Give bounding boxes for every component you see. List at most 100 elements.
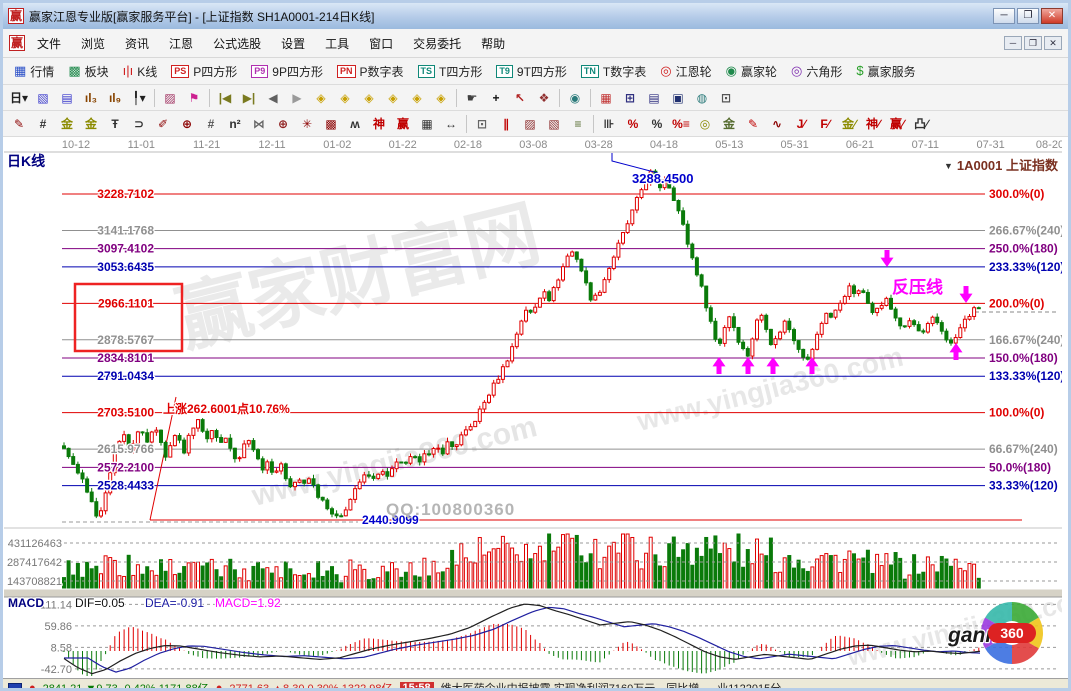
feature-t-number-table-button[interactable]: TNT数字表 — [574, 60, 653, 82]
compress-horizontal-button[interactable]: ◈ — [381, 87, 405, 109]
h-measure-button[interactable]: ↔ — [439, 113, 463, 135]
export-data-button[interactable]: ◍ — [690, 87, 714, 109]
feature-p-number-table-button[interactable]: PNP数字表 — [330, 60, 411, 82]
scale-tool-button[interactable]: ⊪ — [597, 113, 621, 135]
bars-3-button[interactable]: ıl₃ — [79, 87, 103, 109]
feature-kline-button[interactable]: ı|ıK线 — [116, 60, 165, 82]
svg-text:02-18: 02-18 — [454, 139, 482, 151]
menu-item-5[interactable]: 设置 — [271, 32, 315, 55]
save-button[interactable]: ▣ — [666, 87, 690, 109]
period-dropdown-button[interactable]: 日▾ — [7, 87, 31, 109]
feature-9t-square-button[interactable]: T99T四方形 — [489, 60, 574, 82]
feature-sectors-button[interactable]: ▩板块 — [61, 60, 115, 82]
last-page-button[interactable]: ▶| — [237, 87, 261, 109]
angle-ying-button[interactable]: 赢∕ — [885, 113, 909, 135]
percent-red-button[interactable]: % — [621, 113, 645, 135]
angle-f-button[interactable]: F∕ — [813, 113, 837, 135]
close-button[interactable]: ✕ — [1041, 8, 1063, 24]
remote-pc-button[interactable]: ⊡ — [714, 87, 738, 109]
mdi-restore-button[interactable]: ❐ — [1024, 36, 1042, 50]
target-tool-button[interactable]: ⊕ — [271, 113, 295, 135]
globe-tool-button[interactable]: ◉ — [563, 87, 587, 109]
flag-histogram-button[interactable]: ⚑ — [182, 87, 206, 109]
gold-gate-2-button[interactable]: 金 — [79, 113, 103, 135]
bars-9-button[interactable]: ıl₉ — [103, 87, 127, 109]
shift-right-button[interactable]: ◈ — [333, 87, 357, 109]
menu-item-4[interactable]: 公式选股 — [203, 32, 271, 55]
menu-item-6[interactable]: 工具 — [315, 32, 359, 55]
n-square-button[interactable]: n² — [223, 113, 247, 135]
time-circle-button[interactable]: ⊕ — [175, 113, 199, 135]
spiral-tool-button[interactable]: ⊃ — [127, 113, 151, 135]
mdi-minimize-button[interactable]: ─ — [1004, 36, 1022, 50]
trend-window-button[interactable]: ▧ — [31, 87, 55, 109]
gold-circle-button[interactable]: ◎ — [693, 113, 717, 135]
shift-left-button[interactable]: ◈ — [309, 87, 333, 109]
minimize-button[interactable]: ─ — [993, 8, 1015, 24]
angle-pencil-button[interactable]: ✐ — [151, 113, 175, 135]
mirror-tool-button[interactable]: ⋈ — [247, 113, 271, 135]
feature-winner-service-button[interactable]: $赢家服务 — [849, 60, 922, 82]
grid-tool-button[interactable]: # — [31, 113, 55, 135]
menu-item-3[interactable]: 江恩 — [159, 32, 203, 55]
wave-tool-button[interactable]: ʍ — [343, 113, 367, 135]
feature-9p-square-button[interactable]: P99P四方形 — [244, 60, 330, 82]
pattern-search-button[interactable]: ▨ — [158, 87, 182, 109]
gold-level-button[interactable]: 金 — [717, 113, 741, 135]
shade-box-1-button[interactable]: ▨ — [518, 113, 542, 135]
angle-tu-button[interactable]: 凸∕ — [909, 113, 933, 135]
next-page-button[interactable]: ▶ — [285, 87, 309, 109]
star-grid-button[interactable]: ✳ — [295, 113, 319, 135]
titlebar[interactable]: 赢 赢家江恩专业版[赢家服务平台] - [上证指数 SH1A0001-214日K… — [3, 3, 1068, 29]
angle-shen-button[interactable]: 神∕ — [861, 113, 885, 135]
gold-gate-1-button[interactable]: 金 — [55, 113, 79, 135]
candle-style-dropdown-button[interactable]: ╿▾ — [127, 87, 151, 109]
notes-button[interactable]: ▤ — [642, 87, 666, 109]
angle-gold-button[interactable]: 金∕ — [837, 113, 861, 135]
feature-t-square-button[interactable]: TST四方形 — [411, 60, 490, 82]
wave-a-button[interactable]: ∿ — [765, 113, 789, 135]
news-ticker[interactable]: 维大医药企业中报披露 实现净利润7160万元，同比增… — [441, 680, 711, 691]
info-panel-button[interactable]: ▤ — [55, 87, 79, 109]
percent-button[interactable]: % — [645, 113, 669, 135]
ying-tool-button[interactable]: 赢 — [391, 113, 415, 135]
parallel-lines-button[interactable]: ≡ — [566, 113, 590, 135]
percent-level-button[interactable]: %≡ — [669, 113, 693, 135]
feature-gann-wheel-button[interactable]: ◎江恩轮 — [653, 60, 718, 82]
calculator-button[interactable]: ⊞ — [618, 87, 642, 109]
maximize-button[interactable]: ❐ — [1017, 8, 1039, 24]
ruler-grid-button[interactable]: ▦ — [415, 113, 439, 135]
f-ruler-button[interactable]: Ŧ — [103, 113, 127, 135]
feature-market-quotes-button[interactable]: ▦行情 — [7, 60, 61, 82]
web-grid-button[interactable]: ▩ — [319, 113, 343, 135]
expand-all-button[interactable]: ◈ — [405, 87, 429, 109]
chart-canvas[interactable]: 赢家财富网www.yingjia360.comwww.yingjia360.co… — [4, 137, 1062, 678]
crosshair-tool-button[interactable]: + — [484, 87, 508, 109]
box-select-button[interactable]: ⊡ — [470, 113, 494, 135]
pencil-tool-button[interactable]: ✎ — [7, 113, 31, 135]
expand-horizontal-button[interactable]: ◈ — [357, 87, 381, 109]
gann-brain-tool-button[interactable]: ❖ — [532, 87, 556, 109]
menu-item-7[interactable]: 窗口 — [359, 32, 403, 55]
angle-j-button[interactable]: J∕ — [789, 113, 813, 135]
menu-item-0[interactable]: 文件 — [27, 32, 71, 55]
menu-item-2[interactable]: 资讯 — [115, 32, 159, 55]
hand-tool-button[interactable]: ☛ — [460, 87, 484, 109]
pointer-tool-button[interactable]: ↖ — [508, 87, 532, 109]
prev-page-button[interactable]: ◀ — [261, 87, 285, 109]
menu-item-8[interactable]: 交易委托 — [403, 32, 471, 55]
compress-all-button[interactable]: ◈ — [429, 87, 453, 109]
feature-hexagon-button[interactable]: ◎六角形 — [784, 60, 849, 82]
grid-2-button[interactable]: # — [199, 113, 223, 135]
menu-item-1[interactable]: 浏览 — [71, 32, 115, 55]
mdi-close-button[interactable]: ✕ — [1044, 36, 1062, 50]
brush-tool-button[interactable]: ✎ — [741, 113, 765, 135]
menu-item-9[interactable]: 帮助 — [471, 32, 515, 55]
shade-box-2-button[interactable]: ▧ — [542, 113, 566, 135]
first-page-button[interactable]: |◀ — [213, 87, 237, 109]
calendar-button[interactable]: ▦ — [594, 87, 618, 109]
feature-p-square-button[interactable]: PSP四方形 — [164, 60, 244, 82]
shen-tool-button[interactable]: 神 — [367, 113, 391, 135]
feature-winner-wheel-button[interactable]: ◉赢家轮 — [719, 60, 784, 82]
fan-lines-button[interactable]: ∥ — [494, 113, 518, 135]
